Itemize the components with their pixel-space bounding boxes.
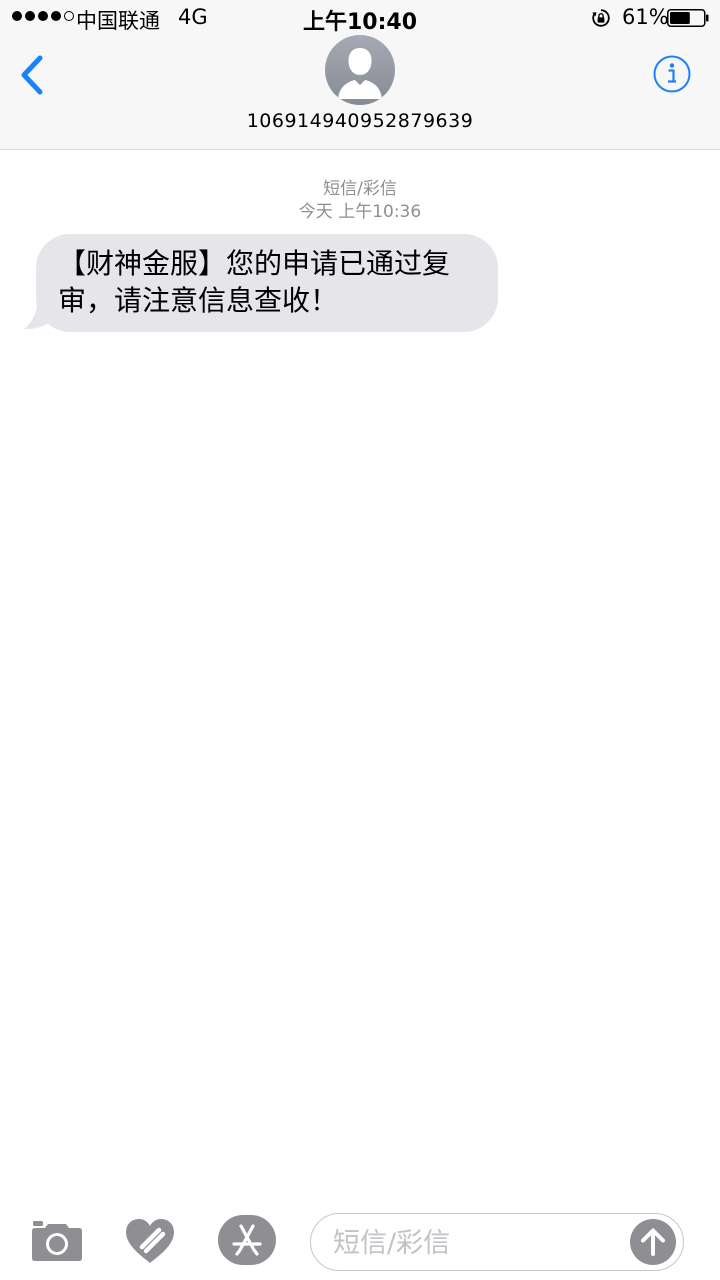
digital-touch-button[interactable] [123, 1217, 177, 1265]
message-field[interactable] [310, 1213, 684, 1271]
contact-number[interactable]: 106914940952879639 [0, 110, 720, 132]
person-silhouette-icon [338, 48, 382, 99]
back-button[interactable] [16, 52, 52, 98]
rotation-lock-icon [592, 9, 610, 27]
message-timestamp: 今天 上午10:36 [298, 202, 422, 222]
status-time: 上午10:40 [302, 10, 418, 35]
message-bubble: 【财神金服】您的申请已通过复审，请注意信息查收！ [36, 234, 498, 332]
incoming-message[interactable]: 【财神金服】您的申请已通过复审，请注意信息查收！ [24, 234, 498, 332]
messages-screen: 中国联通 4G 上午10:40 61% 106914940952879639 短… [0, 0, 720, 1280]
send-button[interactable] [630, 1219, 676, 1265]
conversation-header: 中国联通 4G 上午10:40 61% 106914940952879639 [0, 0, 720, 150]
battery-icon [667, 9, 709, 27]
app-store-button[interactable] [217, 1214, 277, 1266]
message-text-input[interactable] [333, 1226, 623, 1260]
service-label: 短信/彩信 [323, 179, 397, 199]
message-input-bar [0, 1200, 720, 1280]
info-button[interactable] [653, 55, 691, 93]
status-bar: 中国联通 4G 上午10:40 61% [0, 0, 720, 36]
contact-avatar[interactable] [325, 35, 395, 105]
camera-button[interactable] [31, 1220, 83, 1262]
battery-percentage: 61% [622, 5, 669, 29]
